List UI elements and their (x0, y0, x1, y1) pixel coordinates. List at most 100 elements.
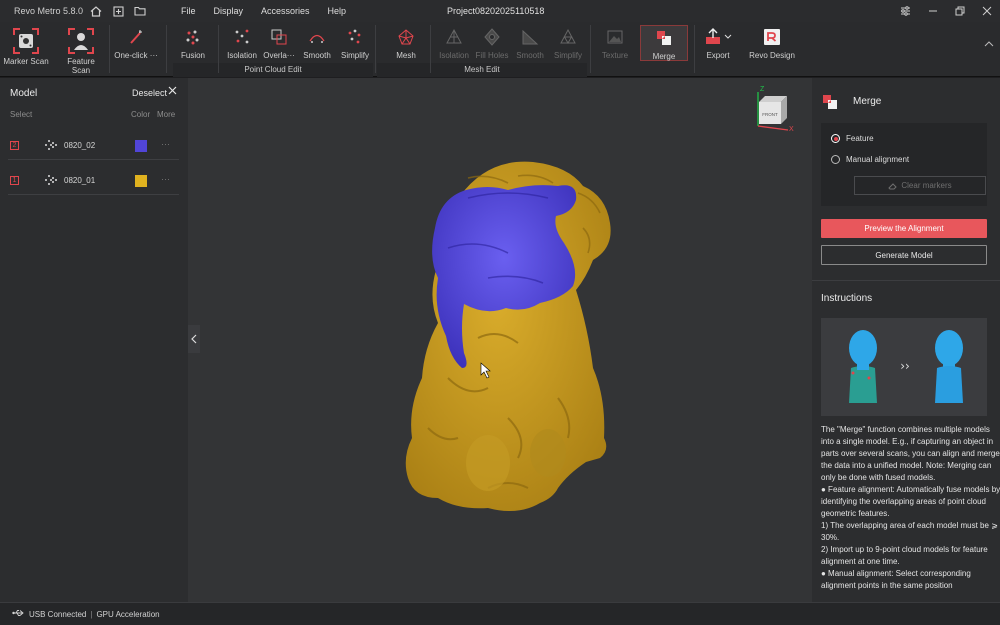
mesh-simplify-icon (556, 26, 580, 48)
feature-scan-icon (66, 26, 96, 56)
mesh-fill-holes-button[interactable]: Fill Holes (474, 26, 510, 60)
column-select: Select (10, 110, 33, 119)
texture-icon (603, 26, 627, 48)
pc-overlap-icon (267, 26, 291, 48)
eraser-icon (888, 182, 898, 189)
export-button[interactable]: Export (700, 26, 736, 60)
instructions-text: The "Merge" function combines multiple m… (821, 424, 1000, 592)
menu-bar: File Display Accessories Help (172, 0, 355, 22)
status-separator: | (90, 609, 93, 619)
revo-design-label: Revo Design (749, 51, 795, 60)
instructions-paragraph: The "Merge" function combines multiple m… (821, 425, 1000, 482)
mesh-simplify-label: Simplify (553, 51, 582, 60)
model-color-swatch[interactable] (135, 175, 147, 187)
merge-label: Merge (652, 52, 676, 61)
mesh-isolation-icon (442, 26, 466, 48)
merge-panel: Merge Feature Manual alignment Clear mar… (812, 78, 1000, 602)
mesh-isolation-label: Isolation (439, 51, 469, 60)
mesh-smooth-icon (518, 26, 542, 48)
menu-accessories[interactable]: Accessories (252, 0, 319, 22)
merge-button[interactable]: Merge (640, 25, 688, 61)
pc-smooth-label: Smooth (303, 51, 331, 60)
3d-viewport[interactable]: FRONT Z X (188, 78, 812, 602)
menu-display[interactable]: Display (205, 0, 253, 22)
ribbon-divider (109, 25, 110, 73)
merge-arrow-icon: ›› (900, 359, 910, 373)
model-select-checkbox[interactable]: 1 (10, 176, 19, 185)
one-click-button[interactable]: One-click ··· (112, 26, 160, 60)
pc-isolation-icon (230, 26, 254, 48)
model-row[interactable]: 1 0820_01 ··· (8, 165, 179, 195)
generate-model-button[interactable]: Generate Model (821, 245, 987, 265)
instructions-paragraph: ● Feature alignment: Automatically fuse … (821, 485, 1000, 518)
clear-markers-button[interactable]: Clear markers (854, 176, 986, 195)
model-row[interactable]: 2 0820_02 ··· (8, 130, 179, 160)
model-more-button[interactable]: ··· (161, 174, 170, 184)
ribbon-toolbar: Marker Scan Feature Scan One-click ··· F… (0, 22, 1000, 77)
pc-smooth-button[interactable]: Smooth (300, 26, 334, 60)
ribbon-divider (166, 25, 167, 73)
mesh-button[interactable]: Mesh (391, 26, 421, 60)
settings-sliders-icon[interactable] (892, 0, 919, 22)
texture-button[interactable]: Texture (597, 26, 633, 60)
project-title: Project08202025110518 (447, 6, 545, 16)
close-icon[interactable] (973, 0, 1000, 22)
status-bar: USB Connected | GPU Acceleration (0, 602, 1000, 625)
mesh-icon (394, 26, 418, 48)
radio-feature[interactable]: Feature (831, 134, 874, 143)
mesh-smooth-label: Smooth (516, 51, 544, 60)
usb-icon (12, 609, 24, 619)
point-cloud-icon (44, 139, 58, 153)
export-label: Export (706, 51, 730, 60)
model-color-swatch[interactable] (135, 140, 147, 152)
model-panel-title: Model (10, 88, 38, 99)
usb-status: USB Connected (29, 609, 87, 619)
merge-panel-title: Merge (853, 96, 882, 107)
close-icon[interactable] (168, 86, 177, 98)
radio-manual-label: Manual alignment (846, 155, 910, 164)
view-cube[interactable]: FRONT Z X (748, 86, 796, 134)
radio-manual-indicator[interactable] (831, 155, 840, 164)
feature-scan-button[interactable]: Feature Scan (57, 26, 105, 75)
merge-icon (822, 94, 838, 112)
title-bar: Revo Metro 5.8.0 File Display Accessorie… (0, 0, 1000, 22)
magic-wand-icon (124, 26, 148, 48)
pc-simplify-icon (343, 26, 367, 48)
view-cube-front-face[interactable]: FRONT (762, 112, 778, 117)
fill-holes-icon (480, 26, 504, 48)
marker-scan-button[interactable]: Marker Scan (3, 26, 49, 66)
collapse-ribbon-icon[interactable] (984, 39, 994, 49)
menu-file[interactable]: File (172, 0, 205, 22)
3d-scene[interactable] (188, 78, 812, 602)
pc-isolation-label: Isolation (227, 51, 257, 60)
mesh-smooth-button[interactable]: Smooth (513, 26, 547, 60)
model-name: 0820_01 (64, 176, 96, 185)
model-select-checkbox[interactable]: 2 (10, 141, 19, 150)
radio-feature-indicator[interactable] (831, 134, 840, 143)
pc-smooth-icon (305, 26, 329, 48)
point-cloud-edit-label: Point Cloud Edit (244, 65, 302, 74)
model-more-button[interactable]: ··· (161, 139, 170, 149)
radio-feature-label: Feature (846, 134, 874, 143)
axis-x-label: X (789, 126, 794, 133)
pc-overlap-label: Overla··· (263, 51, 295, 60)
new-project-icon[interactable] (108, 1, 128, 21)
pc-isolation-button[interactable]: Isolation (224, 26, 260, 60)
minimize-icon[interactable] (919, 0, 946, 22)
pc-overlap-button[interactable]: Overla··· (262, 26, 296, 60)
fusion-button[interactable]: Fusion (177, 26, 209, 60)
pc-simplify-button[interactable]: Simplify (337, 26, 373, 60)
radio-manual-alignment[interactable]: Manual alignment (831, 155, 909, 164)
mesh-simplify-button[interactable]: Simplify (551, 26, 585, 60)
restore-icon[interactable] (946, 0, 973, 22)
preview-alignment-button[interactable]: Preview the Alignment (821, 219, 987, 238)
deselect-button[interactable]: Deselect (132, 88, 167, 98)
marker-scan-icon (11, 26, 41, 56)
menu-help[interactable]: Help (319, 0, 356, 22)
revo-design-button[interactable]: Revo Design (747, 26, 797, 60)
open-folder-icon[interactable] (130, 1, 150, 21)
home-icon[interactable] (86, 1, 106, 21)
point-cloud-icon (44, 174, 58, 188)
collapse-panel-chevron-icon[interactable] (188, 325, 200, 353)
mesh-isolation-button[interactable]: Isolation (436, 26, 472, 60)
